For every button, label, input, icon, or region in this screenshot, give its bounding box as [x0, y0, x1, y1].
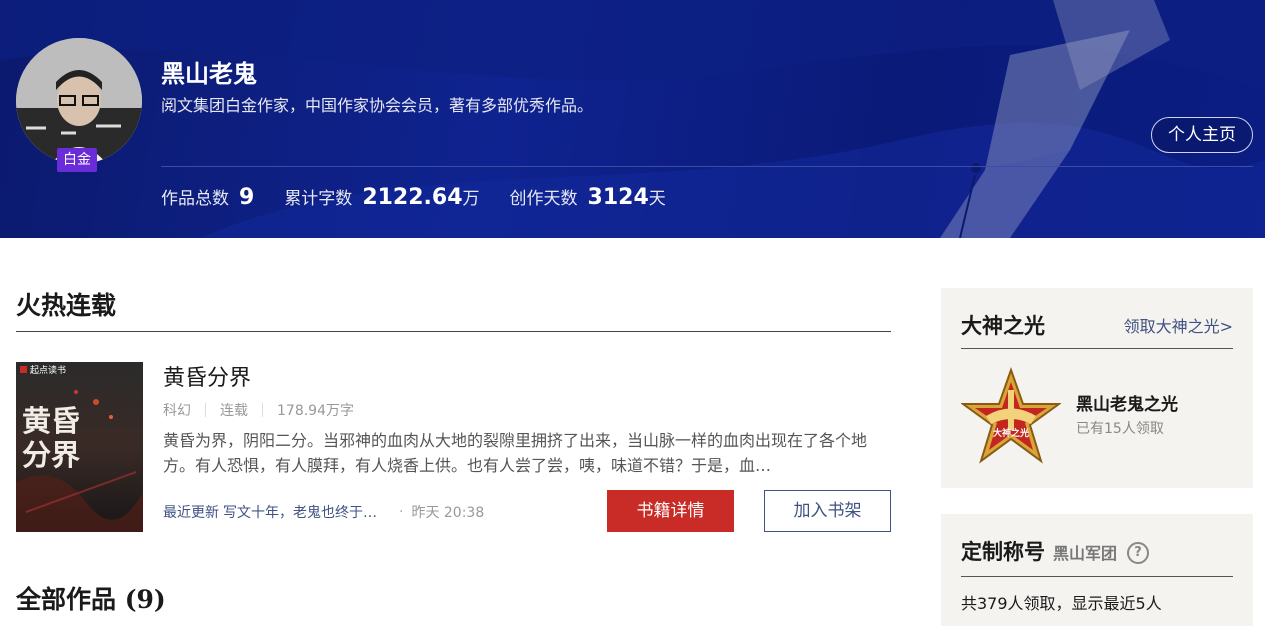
- book-status: 连载: [220, 403, 248, 419]
- stat-words: 累计字数 2122.64 万: [284, 185, 480, 210]
- glory-title: 大神之光: [961, 314, 1045, 338]
- dot-separator: ·: [399, 504, 404, 520]
- book-meta: 科幻 连载 178.94万字: [163, 400, 354, 420]
- book-cover[interactable]: 起点读书 黄昏分界: [16, 362, 143, 532]
- section-divider: [16, 331, 891, 332]
- glory-badge-icon: 大神之光: [959, 366, 1063, 466]
- custom-title-divider: [961, 576, 1233, 577]
- help-icon[interactable]: ?: [1127, 542, 1150, 564]
- latest-update[interactable]: 最近更新 写文十年，老鬼也终于… · 昨天 20:38: [163, 502, 484, 522]
- latest-chapter-link[interactable]: 写文十年，老鬼也终于…: [223, 502, 377, 522]
- platinum-badge: 白金: [57, 148, 97, 172]
- custom-title-name: 黑山军团: [1053, 544, 1118, 563]
- cover-title: 黄昏分界: [22, 404, 81, 472]
- meta-separator: [205, 403, 206, 417]
- all-works-title: 全部作品 (9): [16, 585, 166, 614]
- cover-brand: 起点读书: [30, 366, 67, 376]
- stat-days: 创作天数 3124 天: [509, 185, 666, 210]
- glory-panel: 大神之光 领取大神之光> 大神之光 黑山老鬼之光 已有15人领取: [941, 288, 1253, 488]
- personal-homepage-button[interactable]: 个人主页: [1151, 117, 1253, 153]
- hot-section-title: 火热连载: [16, 291, 117, 320]
- glory-badge-text: 大神之光: [992, 429, 1029, 439]
- latest-update-label: 最近更新: [163, 505, 219, 521]
- add-to-shelf-button[interactable]: 加入书架: [764, 490, 891, 532]
- book-description: 黄昏为界，阴阳二分。当邪神的血肉从大地的裂隙里拥挤了出来，当山脉一样的血肉出现在…: [163, 431, 868, 475]
- book-genre[interactable]: 科幻: [163, 400, 191, 420]
- author-banner: 白金 黑山老鬼 阅文集团白金作家，中国作家协会会员，著有多部优秀作品。 个人主页…: [0, 0, 1265, 238]
- meta-separator: [262, 403, 263, 417]
- banner-divider: [161, 166, 1253, 167]
- author-description: 阅文集团白金作家，中国作家协会会员，著有多部优秀作品。: [161, 96, 594, 115]
- glory-claim-count: 已有15人领取: [1076, 421, 1164, 437]
- latest-update-time: 昨天 20:38: [411, 505, 485, 521]
- author-stats: 作品总数 9 累计字数 2122.64 万 创作天数 3124 天: [161, 184, 696, 210]
- author-name: 黑山老鬼: [161, 60, 257, 88]
- custom-title-panel: 定制称号 黑山军团? 共379人领取，显示最近5人: [941, 514, 1253, 626]
- avatar[interactable]: [16, 38, 142, 164]
- book-word-count: 178.94万字: [277, 403, 354, 419]
- custom-title-heading: 定制称号 黑山军团?: [961, 536, 1150, 566]
- glory-name: 黑山老鬼之光: [1076, 395, 1178, 415]
- book-detail-button[interactable]: 书籍详情: [607, 490, 734, 532]
- claim-glory-link[interactable]: 领取大神之光>: [1124, 313, 1233, 337]
- book-title[interactable]: 黄昏分界: [163, 360, 251, 392]
- glory-divider: [961, 348, 1233, 349]
- stat-works: 作品总数 9: [161, 185, 255, 210]
- custom-title-label: 定制称号: [961, 540, 1045, 564]
- custom-title-count: 共379人领取，显示最近5人: [961, 594, 1162, 613]
